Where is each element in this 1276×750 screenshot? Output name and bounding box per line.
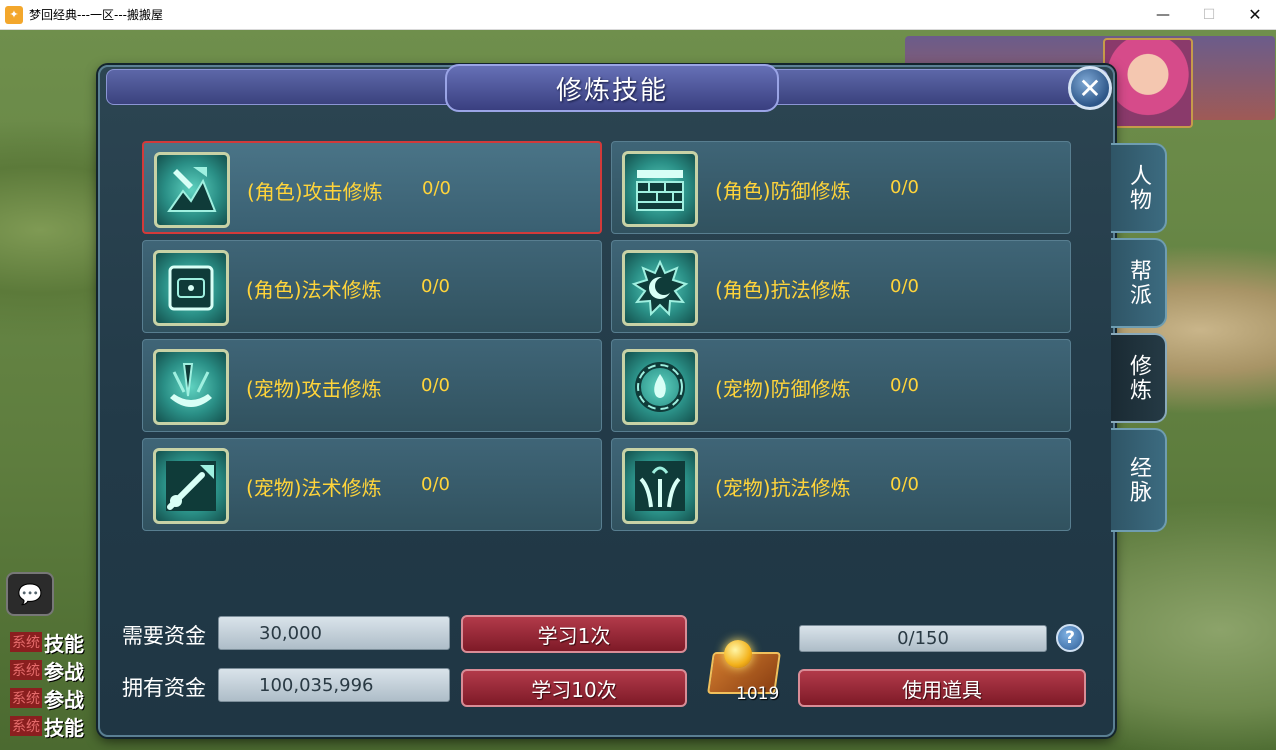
chat-bubble-icon[interactable]: 💬 bbox=[6, 572, 54, 616]
claws-icon bbox=[153, 349, 229, 425]
item-count: 1019 bbox=[736, 684, 780, 704]
fountain-icon bbox=[622, 448, 698, 524]
skill-name: (角色)法术修炼 bbox=[246, 278, 382, 302]
skill-level: 0/0 bbox=[890, 276, 919, 297]
dialog-header: 修炼技能 ✕ bbox=[106, 64, 1112, 112]
tab-cultivation[interactable]: 修炼 bbox=[1111, 333, 1167, 423]
skill-card-role-resist[interactable]: (角色)抗法修炼 0/0 bbox=[611, 240, 1071, 333]
cultivation-progress-bar: 0/150 bbox=[799, 625, 1047, 652]
skill-name: (宠物)防御修炼 bbox=[715, 377, 851, 401]
skill-card-pet-resist[interactable]: (宠物)抗法修炼 0/0 bbox=[611, 438, 1071, 531]
comet-icon bbox=[153, 448, 229, 524]
skill-card-role-defense[interactable]: (角色)防御修炼 0/0 bbox=[611, 141, 1071, 234]
skill-name: (宠物)攻击修炼 bbox=[246, 377, 382, 401]
skill-card-pet-defense[interactable]: (宠物)防御修炼 0/0 bbox=[611, 339, 1071, 432]
tab-label: 帮派 bbox=[1126, 259, 1151, 307]
moon-sun-icon bbox=[622, 250, 698, 326]
learn-ten-button[interactable]: 学习10次 bbox=[461, 669, 687, 707]
chat-tag: 系统 bbox=[10, 660, 42, 680]
tab-label: 人物 bbox=[1126, 164, 1151, 212]
chat-text: 参战 bbox=[44, 659, 84, 684]
skill-level: 0/0 bbox=[421, 276, 450, 297]
chat-text: 技能 bbox=[44, 631, 84, 656]
tab-label: 修炼 bbox=[1126, 354, 1151, 402]
chat-tag: 系统 bbox=[10, 716, 42, 736]
skill-level: 0/0 bbox=[422, 178, 451, 199]
window-titlebar: ✦ 梦回经典---一区---搬搬屋 — ☐ ✕ bbox=[0, 0, 1276, 30]
tab-guild[interactable]: 帮派 bbox=[1111, 238, 1167, 328]
window-title: 梦回经典---一区---搬搬屋 bbox=[29, 8, 163, 22]
skill-level: 0/0 bbox=[890, 474, 919, 495]
learn-once-button[interactable]: 学习1次 bbox=[461, 615, 687, 653]
owned-funds-field: 100,035,996 bbox=[218, 668, 450, 702]
chat-log: 系统 技能 系统 参战 系统 参战 系统 技能 bbox=[10, 628, 84, 740]
chat-line: 系统 技能 bbox=[10, 712, 84, 740]
chat-line: 系统 技能 bbox=[10, 628, 84, 656]
skill-name: (角色)攻击修炼 bbox=[247, 180, 383, 204]
owned-funds-label: 拥有资金 bbox=[122, 676, 206, 700]
chat-tag: 系统 bbox=[10, 688, 42, 708]
window-close-button[interactable]: ✕ bbox=[1232, 0, 1276, 29]
title-plate: 修炼技能 bbox=[445, 64, 779, 112]
help-icon[interactable]: ? bbox=[1056, 624, 1084, 652]
skill-level: 0/0 bbox=[890, 375, 919, 396]
chat-line: 系统 参战 bbox=[10, 656, 84, 684]
skill-name: (角色)防御修炼 bbox=[715, 179, 851, 203]
maximize-button[interactable]: ☐ bbox=[1186, 0, 1232, 29]
skill-level: 0/0 bbox=[890, 177, 919, 198]
app-icon: ✦ bbox=[5, 5, 23, 24]
close-button[interactable]: ✕ bbox=[1068, 66, 1112, 110]
chat-line: 系统 参战 bbox=[10, 684, 84, 712]
progress-text: 0/150 bbox=[897, 628, 949, 649]
skill-card-role-magic[interactable]: (角色)法术修炼 0/0 bbox=[142, 240, 602, 333]
required-funds-label: 需要资金 bbox=[122, 624, 206, 648]
skill-level: 0/0 bbox=[421, 474, 450, 495]
dialog-title: 修炼技能 bbox=[555, 75, 668, 106]
character-portrait[interactable] bbox=[1103, 38, 1193, 128]
tab-label: 经脉 bbox=[1126, 456, 1151, 504]
scroll-frame-icon bbox=[153, 250, 229, 326]
glowing-orb bbox=[724, 640, 752, 668]
skill-card-pet-attack[interactable]: (宠物)攻击修炼 0/0 bbox=[142, 339, 602, 432]
skill-card-role-attack[interactable]: (角色)攻击修炼 0/0 bbox=[142, 141, 602, 234]
skill-name: (角色)抗法修炼 bbox=[715, 278, 851, 302]
sword-axe-icon bbox=[154, 152, 230, 228]
use-item-button[interactable]: 使用道具 bbox=[798, 669, 1086, 707]
required-funds-field: 30,000 bbox=[218, 616, 450, 650]
tab-character[interactable]: 人物 bbox=[1111, 143, 1167, 233]
skill-name: (宠物)法术修炼 bbox=[246, 476, 382, 500]
skill-level: 0/0 bbox=[421, 375, 450, 396]
wall-icon bbox=[622, 151, 698, 227]
skill-name: (宠物)抗法修炼 bbox=[715, 476, 851, 500]
chat-tag: 系统 bbox=[10, 632, 42, 652]
tab-meridian[interactable]: 经脉 bbox=[1111, 428, 1167, 532]
skill-card-pet-magic[interactable]: (宠物)法术修炼 0/0 bbox=[142, 438, 602, 531]
chat-text: 技能 bbox=[44, 715, 84, 740]
chat-text: 参战 bbox=[44, 687, 84, 712]
flame-ring-icon bbox=[622, 349, 698, 425]
minimize-button[interactable]: — bbox=[1140, 0, 1186, 29]
